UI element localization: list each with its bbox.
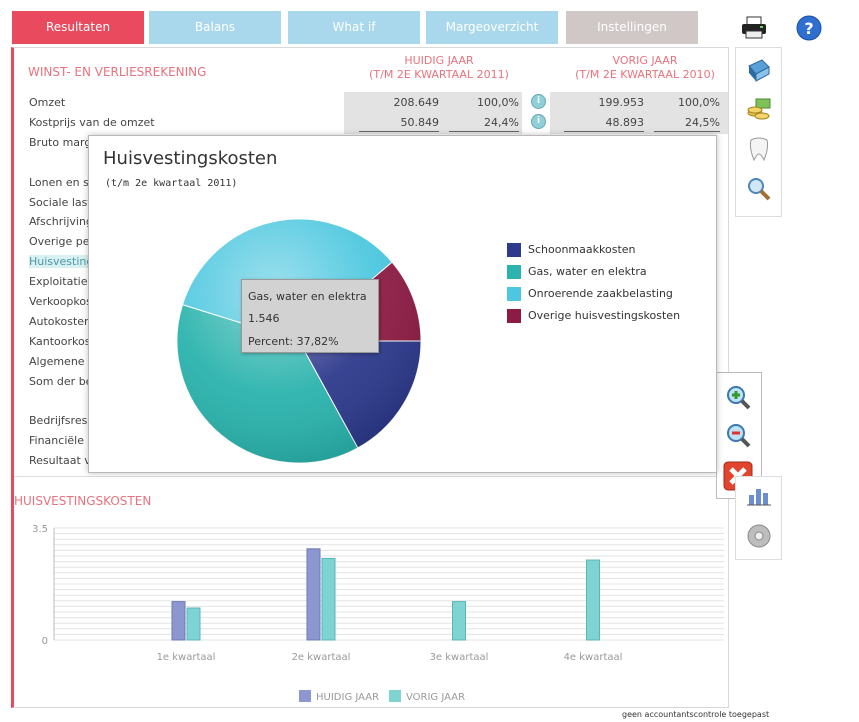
omzet-previous-pct: 100,0% (678, 96, 720, 109)
omzet-previous: 199.953 (598, 96, 645, 109)
bar-chart: 3.5 0 1e kwartaal 2e kwartaal 3e kwartaal 4e … (32, 524, 724, 703)
svg-text:?: ? (804, 19, 813, 38)
magnifier-icon[interactable] (746, 176, 772, 202)
omzet-current-pct: 100,0% (477, 96, 519, 109)
bar-huidig-jaar[interactable] (306, 548, 321, 641)
subtotal-line (564, 131, 644, 132)
row-som-der-bedrijfslasten[interactable]: Som der be (29, 375, 92, 388)
row-verkoop[interactable]: Verkoopkos (29, 295, 92, 308)
disc-icon[interactable] (746, 523, 772, 549)
legend-label: Onroerende zaakbelasting (528, 287, 673, 300)
bar-vorig-jaar[interactable] (321, 557, 336, 641)
kostprijs-current: 50.849 (400, 116, 440, 129)
row-omzet[interactable]: Omzet (29, 96, 65, 109)
x-tick-label: 4e kwartaal (564, 652, 623, 663)
section-divider (14, 476, 728, 477)
chart-title: HUISVESTINGSKOSTEN (14, 494, 152, 508)
x-tick-label: 1e kwartaal (157, 652, 216, 663)
huisvestingskosten-popup: Huisvestingskosten (t/m 2e kwartaal 2011… (88, 135, 717, 473)
tab-resultaten[interactable]: Resultaten (12, 11, 144, 44)
row-kostprijs[interactable]: Kostprijs van de omzet (29, 116, 155, 129)
footnote: geen accountantscontrole toegepast (622, 710, 770, 719)
row-kantoor[interactable]: Kantoorkos (29, 335, 90, 348)
zoom-out-icon[interactable] (726, 423, 752, 449)
bar-vorig-jaar[interactable] (452, 601, 466, 641)
subtotal-line (654, 131, 720, 132)
bar-huidig-jaar[interactable] (171, 601, 186, 641)
row-bedrijfsresultaat[interactable]: Bedrijfsresu (29, 414, 94, 427)
row-afschrijvingen[interactable]: Afschrijving (29, 215, 93, 228)
omzet-current: 208.649 (393, 96, 440, 109)
tab-what-if[interactable]: What if (288, 11, 420, 44)
report-title: WINST- EN VERLIESREKENING (28, 65, 207, 79)
tooltip-value: 1.546 (248, 312, 280, 325)
legend-label: Gas, water en elektra (528, 265, 647, 278)
row-overige-personeel[interactable]: Overige pe (29, 235, 90, 248)
kostprijs-current-pct: 24,4% (484, 116, 519, 129)
tooltip-percent: Percent: 37,82% (248, 335, 339, 348)
row-exploitatie[interactable]: Exploitatiek (29, 275, 94, 288)
legend-item[interactable]: Schoonmaakkosten (507, 243, 636, 259)
pie-tooltip: Gas, water en elektra 1.546 Percent: 37,… (241, 279, 379, 353)
row-autokosten[interactable]: Autokoster (29, 315, 89, 328)
kostprijs-previous-pct: 24,5% (685, 116, 720, 129)
y-tick-label: 3.5 (32, 524, 48, 535)
help-icon[interactable]: ? (795, 14, 823, 42)
column-current-period: (T/M 2E KWARTAAL 2011) (369, 68, 509, 81)
legend-label: Overige huisvestingskosten (528, 309, 681, 322)
column-previous-label: VORIG JAAR (612, 54, 678, 67)
x-tick-label: 2e kwartaal (292, 652, 351, 663)
legend-item[interactable]: Gas, water en elektra (507, 265, 647, 281)
popup-subtitle: (t/m 2e kwartaal 2011) (105, 178, 238, 189)
subtotal-line (359, 131, 439, 132)
row-resultaat[interactable]: Resultaat v (29, 454, 91, 467)
row-lonen[interactable]: Lonen en s (29, 176, 89, 189)
row-bruto-marge[interactable]: Bruto marg (29, 136, 91, 149)
bar-vorig-jaar[interactable] (186, 607, 201, 641)
legend-swatch (507, 265, 521, 279)
info-icon[interactable]: i (531, 94, 546, 109)
tooltip-name: Gas, water en elektra (248, 290, 367, 303)
legend-swatch (389, 690, 401, 702)
legend-item[interactable]: Onroerende zaakbelasting (507, 287, 673, 303)
book-icon[interactable] (746, 58, 772, 84)
legend-swatch (507, 243, 521, 257)
column-current-label: HUIDIG JAAR (404, 54, 474, 67)
y-tick-label: 0 (42, 636, 48, 647)
legend-swatch (507, 287, 521, 301)
column-previous-year: VORIG JAAR (T/M 2E KWARTAAL 2010) (560, 54, 730, 82)
bar-vorig-jaar[interactable] (586, 559, 600, 641)
tooth-icon[interactable] (747, 136, 771, 162)
tab-balans[interactable]: Balans (149, 11, 281, 44)
legend-swatch (507, 309, 521, 323)
chart-icon[interactable] (746, 483, 772, 507)
info-icon[interactable]: i (531, 114, 546, 129)
coins-icon[interactable] (746, 96, 772, 122)
legend-label: Schoonmaakkosten (528, 243, 636, 256)
zoom-in-icon[interactable] (726, 385, 752, 411)
tab-instellingen[interactable]: Instellingen (566, 11, 698, 44)
row-algemene[interactable]: Algemene k (29, 355, 94, 368)
column-previous-period: (T/M 2E KWARTAAL 2010) (575, 68, 715, 81)
legend-label[interactable]: HUIDIG JAAR (316, 692, 379, 703)
popup-title: Huisvestingskosten (103, 148, 278, 169)
kostprijs-previous: 48.893 (605, 116, 645, 129)
legend-item[interactable]: Overige huisvestingskosten (507, 309, 680, 325)
tool-strip-upper (735, 47, 782, 217)
legend-label[interactable]: VORIG JAAR (406, 692, 465, 703)
tab-margeoverzicht[interactable]: Margeoverzicht (426, 11, 558, 44)
subtotal-line (449, 131, 519, 132)
legend-swatch (299, 690, 311, 702)
column-current-year: HUIDIG JAAR (T/M 2E KWARTAAL 2011) (354, 54, 524, 82)
x-tick-label: 3e kwartaal (430, 652, 489, 663)
row-financiele[interactable]: Financiële (29, 434, 84, 447)
row-sociale-lasten[interactable]: Sociale last (29, 196, 92, 209)
tool-strip-lower (735, 476, 782, 560)
printer-icon[interactable] (740, 14, 768, 42)
